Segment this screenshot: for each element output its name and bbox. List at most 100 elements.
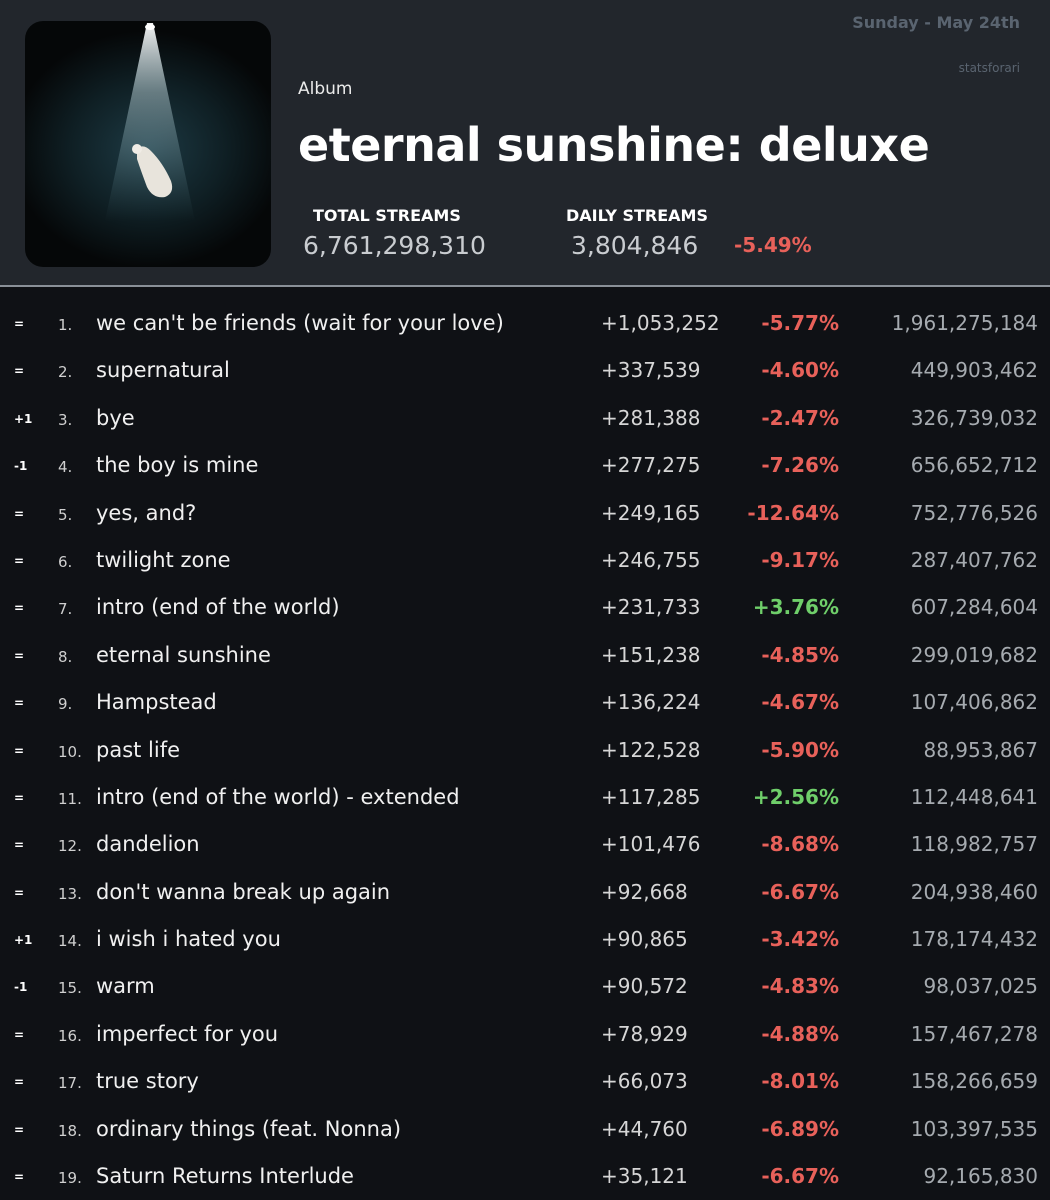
daily-change: -6.67% <box>761 1164 839 1189</box>
table-row: -1 15. warm +90,572 -4.83% 98,037,025 <box>0 963 1050 1010</box>
rank-number: 15. <box>58 979 82 998</box>
daily-change: +2.56% <box>752 784 839 809</box>
move-indicator: +1 <box>14 933 33 948</box>
daily-streams: +281,388 <box>601 405 701 430</box>
table-row: = 13. don't wanna break up again +92,668 -6.… <box>0 869 1050 916</box>
total-streams: 92,165,830 <box>923 1164 1038 1189</box>
rank-number: 7. <box>58 600 73 619</box>
table-row: +1 14. i wish i hated you +90,865 -3.42% 178,… <box>0 916 1050 963</box>
daily-streams: +231,733 <box>601 595 701 620</box>
move-indicator: = <box>14 317 25 331</box>
rank-number: 4. <box>58 458 73 477</box>
table-row: = 9. Hampstead +136,224 -4.67% 107,406,862 <box>0 679 1050 726</box>
rank-number: 6. <box>58 552 73 571</box>
table-row: = 18. ordinary things (feat. Nonna) +44,760… <box>0 1106 1050 1153</box>
total-streams: 157,467,278 <box>910 1021 1038 1046</box>
daily-change: -6.89% <box>761 1116 839 1141</box>
total-streams-label: TOTAL STREAMS <box>313 206 461 225</box>
daily-change: -7.26% <box>761 453 839 478</box>
daily-streams-value: 3,804,846 <box>571 231 699 260</box>
total-streams: 326,739,032 <box>910 405 1038 430</box>
daily-change: -3.42% <box>761 927 839 952</box>
daily-streams: +35,121 <box>601 1164 688 1189</box>
total-streams: 449,903,462 <box>910 358 1038 383</box>
move-indicator: = <box>14 1075 25 1090</box>
total-streams-value: 6,761,298,310 <box>303 231 486 260</box>
move-indicator: -1 <box>14 980 28 995</box>
track-name: yes, and? <box>96 500 197 525</box>
track-name: intro (end of the world) <box>96 595 340 620</box>
track-list: = 1. we can't be friends (wait for your lo… <box>0 300 1050 1200</box>
total-streams: 118,982,757 <box>910 832 1038 857</box>
rank-number: 1. <box>58 316 73 334</box>
move-indicator: = <box>14 1170 25 1185</box>
track-name: imperfect for you <box>96 1021 279 1046</box>
daily-streams: +92,668 <box>601 879 688 904</box>
track-name: the boy is mine <box>96 453 259 478</box>
track-name: we can't be friends (wait for your love) <box>96 311 504 335</box>
total-streams: 88,953,867 <box>923 737 1038 762</box>
rank-number: 11. <box>58 789 82 808</box>
move-indicator: = <box>14 364 25 379</box>
daily-streams-label: DAILY STREAMS <box>566 206 708 225</box>
rank-number: 2. <box>58 363 73 382</box>
total-streams: 103,397,535 <box>910 1116 1038 1141</box>
track-name: Saturn Returns Interlude <box>96 1164 354 1189</box>
daily-change: +3.76% <box>752 595 839 620</box>
date-label: Sunday - May 24th <box>852 13 1020 32</box>
move-indicator: = <box>14 506 25 521</box>
track-name: dandelion <box>96 832 200 857</box>
daily-change: -6.67% <box>761 879 839 904</box>
table-row: = 2. supernatural +337,539 -4.60% 449,903,462 <box>0 347 1050 394</box>
daily-streams: +90,572 <box>601 974 688 999</box>
daily-change: -4.88% <box>761 1021 839 1046</box>
daily-change: -5.90% <box>761 737 839 762</box>
daily-streams: +136,224 <box>601 690 701 715</box>
track-name: intro (end of the world) - extended <box>96 784 460 809</box>
table-row: = 10. past life +122,528 -5.90% 88,953,867 <box>0 727 1050 774</box>
move-indicator: -1 <box>14 459 28 474</box>
rank-number: 16. <box>58 1026 82 1045</box>
table-row: = 6. twilight zone +246,755 -9.17% 287,407,76… <box>0 537 1050 584</box>
track-name: bye <box>96 405 135 430</box>
track-name: ordinary things (feat. Nonna) <box>96 1116 402 1141</box>
daily-streams: +249,165 <box>601 500 701 525</box>
move-indicator: = <box>14 743 25 758</box>
move-indicator: = <box>14 601 25 616</box>
track-name: don't wanna break up again <box>96 879 391 904</box>
rank-number: 19. <box>58 1169 82 1188</box>
total-streams: 98,037,025 <box>923 974 1038 999</box>
track-name: warm <box>96 974 155 999</box>
daily-change: -4.85% <box>761 642 839 667</box>
table-row: = 7. intro (end of the world) +231,733 +3.76… <box>0 584 1050 631</box>
daily-change: -8.01% <box>761 1069 839 1094</box>
table-row: = 5. yes, and? +249,165 -12.64% 752,776,526 <box>0 490 1050 537</box>
daily-streams: +246,755 <box>601 547 701 572</box>
track-name: true story <box>96 1069 199 1094</box>
table-row: -1 4. the boy is mine +277,275 -7.26% 656,652… <box>0 442 1050 489</box>
total-streams: 178,174,432 <box>910 927 1038 952</box>
table-row: = 1. we can't be friends (wait for your lo… <box>0 300 1050 347</box>
daily-streams: +90,865 <box>601 927 688 952</box>
daily-streams: +151,238 <box>601 642 701 667</box>
daily-change: -8.68% <box>761 832 839 857</box>
track-name: eternal sunshine <box>96 642 271 667</box>
type-label: Album <box>298 79 353 99</box>
rank-number: 12. <box>58 837 82 856</box>
daily-change: -5.77% <box>761 311 839 335</box>
total-streams: 204,938,460 <box>910 879 1038 904</box>
move-indicator: = <box>14 838 25 853</box>
daily-streams: +101,476 <box>601 832 701 857</box>
total-streams: 107,406,862 <box>910 690 1038 715</box>
daily-streams: +117,285 <box>601 784 701 809</box>
daily-streams: +78,929 <box>601 1021 688 1046</box>
rank-number: 9. <box>58 695 73 714</box>
total-streams: 287,407,762 <box>910 547 1038 572</box>
daily-streams: +122,528 <box>601 737 701 762</box>
rank-number: 10. <box>58 742 82 761</box>
rank-number: 3. <box>58 410 73 429</box>
table-row: = 11. intro (end of the world) - extended +… <box>0 774 1050 821</box>
track-name: past life <box>96 737 181 762</box>
total-streams: 607,284,604 <box>910 595 1038 620</box>
table-row: = 16. imperfect for you +78,929 -4.88% 157,46… <box>0 1011 1050 1058</box>
